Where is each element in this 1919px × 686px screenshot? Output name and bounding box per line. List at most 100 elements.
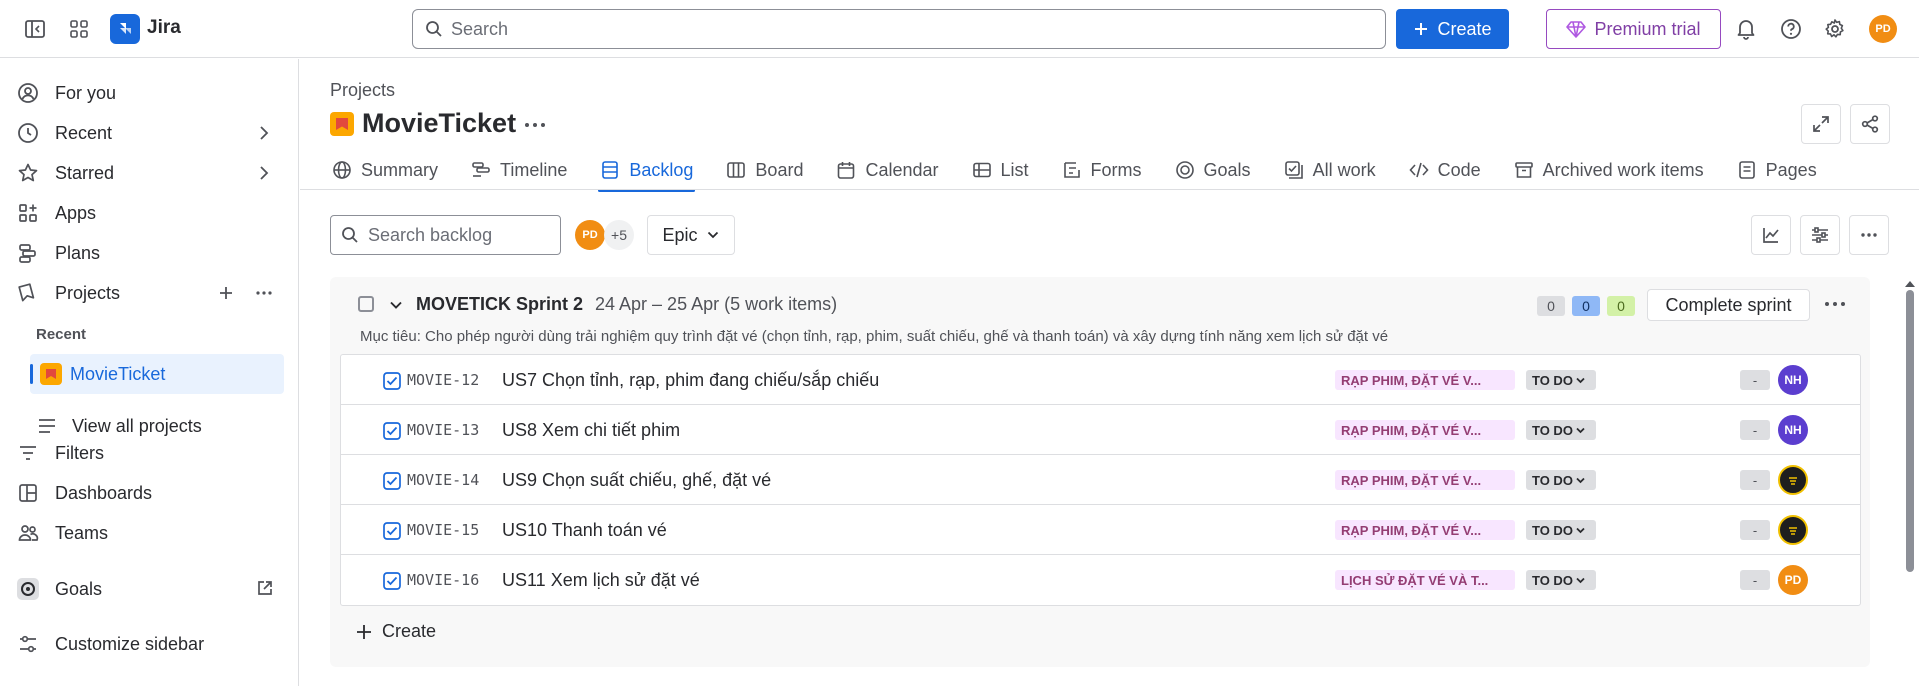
breadcrumb[interactable]: Projects xyxy=(330,80,395,101)
notifications-icon[interactable] xyxy=(1730,13,1762,45)
epic-lozenge[interactable]: RẠP PHIM, ĐẶT VÉ V... xyxy=(1335,370,1515,390)
assignee-avatar[interactable]: PD xyxy=(1778,565,1808,595)
create-button[interactable]: Create xyxy=(1396,9,1509,49)
settings-gear-icon[interactable] xyxy=(1819,13,1851,45)
issue-summary[interactable]: US7 Chọn tỉnh, rạp, phim đang chiếu/sắp … xyxy=(502,370,879,391)
sidebar-item-label: Starred xyxy=(55,162,115,183)
status-dropdown[interactable]: TO DO xyxy=(1526,470,1596,490)
share-icon[interactable] xyxy=(1850,104,1890,144)
tab-forms[interactable]: Forms xyxy=(1060,150,1144,190)
table-row[interactable]: MOVIE-14 US9 Chọn suất chiếu, ghế, đặt v… xyxy=(341,455,1860,505)
scroll-up-arrow-icon[interactable] xyxy=(1904,280,1916,288)
tab-all-work[interactable]: All work xyxy=(1282,150,1378,190)
status-dropdown[interactable]: TO DO xyxy=(1526,420,1596,440)
scrollbar-thumb[interactable] xyxy=(1906,290,1914,572)
search-backlog-input[interactable] xyxy=(368,224,548,246)
tab-goals[interactable]: Goals xyxy=(1173,150,1253,190)
tab-calendar[interactable]: Calendar xyxy=(834,150,940,190)
assignee-avatar[interactable]: NH xyxy=(1778,365,1808,395)
status-dropdown[interactable]: TO DO xyxy=(1526,520,1596,540)
more-assignees-badge[interactable]: +5 xyxy=(604,220,634,250)
global-search[interactable] xyxy=(412,9,1386,49)
tab-timeline[interactable]: Timeline xyxy=(469,150,569,190)
insights-chart-icon[interactable] xyxy=(1751,215,1791,255)
search-input[interactable] xyxy=(451,18,1351,40)
external-link-icon[interactable] xyxy=(256,579,274,597)
sidebar-item-apps[interactable]: Apps xyxy=(12,195,284,231)
table-row[interactable]: MOVIE-15 US10 Thanh toán vé RẠP PHIM, ĐẶ… xyxy=(341,505,1860,555)
story-points-estimate[interactable]: - xyxy=(1740,420,1770,440)
sidebar-item-for-you[interactable]: For you xyxy=(12,75,284,111)
sidebar-item-plans[interactable]: Plans xyxy=(12,235,284,271)
tabs-divider xyxy=(300,189,1919,190)
tab-board[interactable]: Board xyxy=(724,150,805,190)
issue-summary[interactable]: US9 Chọn suất chiếu, ghế, đặt vé xyxy=(502,470,771,491)
issue-summary[interactable]: US11 Xem lịch sử đặt vé xyxy=(502,570,700,591)
sidebar-item-dashboards[interactable]: Dashboards xyxy=(12,475,284,511)
assignee-filter-avatar[interactable]: PD xyxy=(575,220,605,250)
story-points-estimate[interactable]: - xyxy=(1740,470,1770,490)
jira-logo-icon[interactable] xyxy=(110,14,140,44)
assignee-avatar[interactable] xyxy=(1778,515,1808,545)
epic-lozenge[interactable]: RẠP PHIM, ĐẶT VÉ V... xyxy=(1335,470,1515,490)
tab-list[interactable]: List xyxy=(970,150,1031,190)
tab-code[interactable]: Code xyxy=(1407,150,1483,190)
sprint-name[interactable]: MOVETICK Sprint 2 xyxy=(416,294,583,315)
story-points-estimate[interactable]: - xyxy=(1740,520,1770,540)
sidebar-item-recent[interactable]: Recent xyxy=(12,115,284,151)
status-dropdown[interactable]: TO DO xyxy=(1526,570,1596,590)
story-points-estimate[interactable]: - xyxy=(1740,570,1770,590)
status-dropdown[interactable]: TO DO xyxy=(1526,370,1596,390)
epic-lozenge[interactable]: RẠP PHIM, ĐẶT VÉ V... xyxy=(1335,520,1515,540)
issue-key[interactable]: MOVIE-13 xyxy=(407,421,479,439)
app-name[interactable]: Jira xyxy=(147,17,181,39)
sidebar-item-goals[interactable]: Goals xyxy=(12,571,284,607)
more-actions-icon[interactable] xyxy=(1849,215,1889,255)
add-project-icon[interactable] xyxy=(216,283,236,303)
sidebar-item-movieticket[interactable]: MovieTicket xyxy=(30,354,284,394)
user-avatar[interactable]: PD xyxy=(1869,15,1897,43)
assignee-avatar[interactable] xyxy=(1778,465,1808,495)
issue-key[interactable]: MOVIE-16 xyxy=(407,571,479,589)
sidebar-item-teams[interactable]: Teams xyxy=(12,515,284,551)
epic-lozenge[interactable]: LỊCH SỬ ĐẶT VÉ VÀ T... xyxy=(1335,570,1515,590)
story-points-estimate[interactable]: - xyxy=(1740,370,1770,390)
app-switcher-icon[interactable] xyxy=(63,13,95,45)
table-row[interactable]: MOVIE-13 US8 Xem chi tiết phim RẠP PHIM,… xyxy=(341,405,1860,455)
globe-icon xyxy=(333,161,351,179)
issue-key[interactable]: MOVIE-12 xyxy=(407,371,479,389)
sidebar-item-customize[interactable]: Customize sidebar xyxy=(12,626,284,662)
epic-filter-button[interactable]: Epic xyxy=(647,215,735,255)
sprint-collapse-chevron-icon[interactable] xyxy=(387,296,405,314)
issue-summary[interactable]: US10 Thanh toán vé xyxy=(502,520,667,541)
issue-key[interactable]: MOVIE-15 xyxy=(407,521,479,539)
sprint-select-checkbox[interactable] xyxy=(358,296,374,312)
epic-lozenge[interactable]: RẠP PHIM, ĐẶT VÉ V... xyxy=(1335,420,1515,440)
chevron-right-icon[interactable] xyxy=(254,163,274,183)
search-backlog[interactable] xyxy=(330,215,561,255)
fullscreen-icon[interactable] xyxy=(1801,104,1841,144)
issue-summary[interactable]: US8 Xem chi tiết phim xyxy=(502,420,680,441)
create-issue-button[interactable]: Create xyxy=(355,621,436,642)
chevron-right-icon[interactable] xyxy=(254,123,274,143)
tab-pages[interactable]: Pages xyxy=(1735,150,1819,190)
table-row[interactable]: MOVIE-16 US11 Xem lịch sử đặt vé LỊCH SỬ… xyxy=(341,555,1860,605)
sprint-more-icon[interactable] xyxy=(1822,291,1848,317)
project-more-icon[interactable] xyxy=(522,112,548,138)
premium-trial-button[interactable]: Premium trial xyxy=(1546,9,1721,49)
sidebar-item-starred[interactable]: Starred xyxy=(12,155,284,191)
sidebar-item-projects[interactable]: Projects xyxy=(12,275,284,311)
tab-archived[interactable]: Archived work items xyxy=(1512,150,1706,190)
sidebar-item-filters[interactable]: Filters xyxy=(12,435,284,471)
assignee-avatar[interactable]: NH xyxy=(1778,415,1808,445)
view-all-projects-link[interactable]: View all projects xyxy=(36,415,202,437)
tab-backlog[interactable]: Backlog xyxy=(598,150,696,192)
complete-sprint-button[interactable]: Complete sprint xyxy=(1647,289,1810,321)
table-row[interactable]: MOVIE-12 US7 Chọn tỉnh, rạp, phim đang c… xyxy=(341,355,1860,405)
issue-key[interactable]: MOVIE-14 xyxy=(407,471,479,489)
view-settings-icon[interactable] xyxy=(1800,215,1840,255)
help-icon[interactable] xyxy=(1775,13,1807,45)
collapse-sidebar-icon[interactable] xyxy=(19,13,51,45)
tab-summary[interactable]: Summary xyxy=(330,150,440,190)
more-options-icon[interactable] xyxy=(254,283,274,303)
